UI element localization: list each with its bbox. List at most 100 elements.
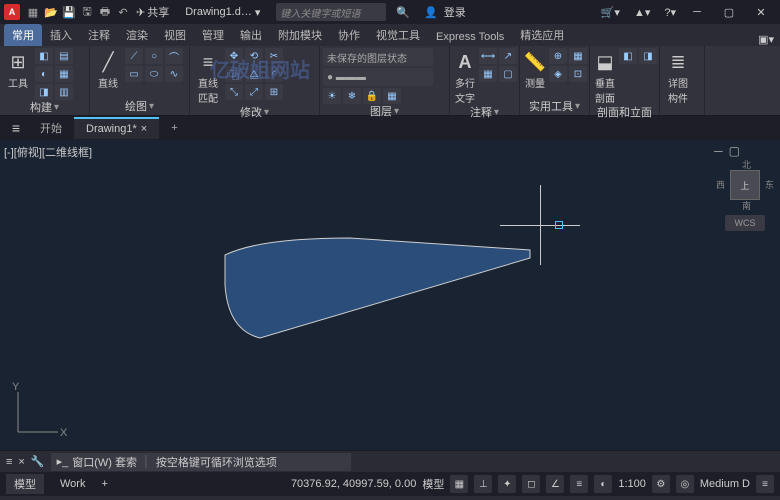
tab-visual[interactable]: 视觉工具 bbox=[368, 24, 428, 46]
autodesk-icon[interactable]: ▲▾ bbox=[634, 6, 650, 19]
fillet-icon[interactable]: ◜ bbox=[265, 66, 283, 82]
viewcube-east[interactable]: 东 bbox=[765, 178, 774, 191]
saveas-icon[interactable]: 🖫 bbox=[80, 5, 94, 19]
lineweight-icon[interactable]: ≡ bbox=[570, 475, 588, 493]
scale-combo[interactable]: 1:100 bbox=[618, 478, 646, 490]
layer-icon[interactable]: 🔒 bbox=[363, 88, 381, 104]
layer-combo[interactable]: ● ▬▬▬ bbox=[323, 68, 433, 86]
tab-insert[interactable]: 插入 bbox=[42, 24, 80, 46]
panel-label[interactable]: 注释 ▾ bbox=[453, 105, 516, 119]
text-button[interactable]: A多行 文字 bbox=[453, 48, 477, 105]
tool-icon[interactable]: ▦ bbox=[55, 66, 73, 82]
panel-label[interactable]: 剖面和立面 bbox=[593, 105, 656, 119]
login-label[interactable]: 登录 bbox=[444, 4, 466, 20]
print-icon[interactable]: 🖶 bbox=[98, 5, 112, 19]
search-input[interactable]: 键入关键字或短语 bbox=[276, 3, 386, 21]
rect-icon[interactable]: ▭ bbox=[125, 66, 143, 82]
tab-manage[interactable]: 管理 bbox=[194, 24, 232, 46]
open-icon[interactable]: 📂 bbox=[44, 5, 58, 19]
util-icon[interactable]: ▦ bbox=[569, 48, 587, 64]
transparency-icon[interactable]: ◐ bbox=[594, 475, 612, 493]
tab-collab[interactable]: 协作 bbox=[330, 24, 368, 46]
panel-label[interactable]: 图层 ▾ bbox=[323, 104, 446, 118]
app-icon[interactable]: A bbox=[4, 4, 20, 20]
dim-icon[interactable]: ⟷ bbox=[479, 48, 497, 64]
search-icon[interactable]: 🔍 bbox=[396, 6, 410, 19]
user-icon[interactable]: 👤 bbox=[424, 6, 438, 19]
layer-icon[interactable]: ▦ bbox=[383, 88, 401, 104]
polar-icon[interactable]: ✦ bbox=[498, 475, 516, 493]
tab-view[interactable]: 视图 bbox=[156, 24, 194, 46]
tab-express[interactable]: Express Tools bbox=[428, 28, 512, 46]
model-tab[interactable]: 模型 bbox=[6, 474, 44, 494]
panel-label[interactable]: 实用工具 ▾ bbox=[523, 99, 586, 113]
command-input[interactable]: ▸_ 窗口(W) 套索 │ 按空格键可循环浏览选项 bbox=[51, 453, 351, 471]
view-label[interactable]: [-][俯视][二维线框] bbox=[4, 144, 92, 160]
viewcube-top[interactable]: 上 bbox=[730, 170, 760, 200]
maximize-button[interactable]: ▢ bbox=[714, 1, 744, 23]
util-icon[interactable]: ⊕ bbox=[549, 48, 567, 64]
otrack-icon[interactable]: ∠ bbox=[546, 475, 564, 493]
tab-render[interactable]: 渲染 bbox=[118, 24, 156, 46]
annotation-scale[interactable]: Medium D bbox=[700, 478, 750, 490]
scale-icon[interactable]: ⤢ bbox=[245, 84, 263, 100]
field-icon[interactable]: ▢ bbox=[499, 66, 517, 82]
tab-addins[interactable]: 附加模块 bbox=[270, 24, 330, 46]
util-icon[interactable]: ◈ bbox=[549, 66, 567, 82]
gear-icon[interactable]: ⚙ bbox=[652, 475, 670, 493]
panel-label[interactable]: 绘图 ▾ bbox=[93, 99, 186, 113]
cmd-hamburger-icon[interactable]: ≡ bbox=[6, 456, 12, 468]
tab-annotate[interactable]: 注释 bbox=[80, 24, 118, 46]
viewcube-west[interactable]: 西 bbox=[716, 178, 725, 191]
drawing-viewport[interactable]: [-][俯视][二维线框] ─ ▢ 北 南 东 西 上 WCS Y X bbox=[0, 140, 780, 450]
trim-icon[interactable]: ✂ bbox=[265, 48, 283, 64]
tab-drawing1[interactable]: Drawing1*× bbox=[74, 117, 159, 139]
cmd-wrench-icon[interactable]: 🔧 bbox=[31, 455, 45, 468]
detail-button[interactable]: ≣详图 构件 bbox=[663, 48, 693, 105]
close-tab-icon[interactable]: × bbox=[141, 123, 147, 135]
util-icon[interactable]: ⊡ bbox=[569, 66, 587, 82]
layer-icon[interactable]: ☀ bbox=[323, 88, 341, 104]
copy-icon[interactable]: ⿻ bbox=[225, 66, 243, 82]
tools-button[interactable]: ⊞工具 bbox=[3, 48, 33, 90]
panel-label[interactable]: 构建 ▾ bbox=[3, 100, 86, 114]
ucs-icon[interactable]: Y X bbox=[8, 382, 68, 442]
work-tab[interactable]: Work bbox=[52, 476, 93, 492]
panel-label[interactable]: 修改 ▾ bbox=[193, 105, 316, 119]
ribbon-collapse-icon[interactable]: ▣▾ bbox=[752, 33, 780, 46]
cart-icon[interactable]: 🛒▾ bbox=[601, 6, 620, 19]
viewcube[interactable]: 北 南 东 西 上 bbox=[720, 160, 770, 210]
layer-icon[interactable]: ❄ bbox=[343, 88, 361, 104]
rotate-icon[interactable]: ⟲ bbox=[245, 48, 263, 64]
section-button[interactable]: ⬓垂直 剖面 bbox=[593, 48, 617, 105]
grid-snap-icon[interactable]: ▦ bbox=[450, 475, 468, 493]
minimize-button[interactable]: ─ bbox=[682, 1, 712, 23]
customize-icon[interactable]: ≡ bbox=[756, 475, 774, 493]
add-layout-icon[interactable]: + bbox=[101, 478, 107, 490]
sec-icon[interactable]: ◧ bbox=[619, 48, 637, 64]
ortho-icon[interactable]: ⊥ bbox=[474, 475, 492, 493]
wcs-label[interactable]: WCS bbox=[725, 215, 765, 231]
cmd-close-icon[interactable]: × bbox=[18, 456, 24, 468]
measure-button[interactable]: 📏测量 bbox=[523, 48, 547, 90]
menu-icon[interactable]: ≡ bbox=[4, 120, 28, 136]
drawn-shape[interactable] bbox=[220, 230, 560, 350]
mirror-icon[interactable]: ⧋ bbox=[245, 66, 263, 82]
coordinates[interactable]: 70376.92, 40997.59, 0.00 bbox=[291, 478, 416, 490]
undo-icon[interactable]: ↶ bbox=[116, 5, 130, 19]
spline-icon[interactable]: ∿ bbox=[165, 66, 183, 82]
vp-minimize-icon[interactable]: ─ bbox=[714, 144, 723, 158]
new-tab-button[interactable]: + bbox=[159, 118, 189, 138]
layer-state-combo[interactable]: 未保存的图层状态 bbox=[323, 48, 433, 66]
match-button[interactable]: ≡直线 匹配 bbox=[193, 48, 223, 105]
tab-output[interactable]: 输出 bbox=[232, 24, 270, 46]
osnap-icon[interactable]: ◻ bbox=[522, 475, 540, 493]
tab-home[interactable]: 常用 bbox=[4, 24, 42, 46]
model-space-button[interactable]: 模型 bbox=[422, 476, 444, 492]
viewcube-south[interactable]: 南 bbox=[742, 199, 751, 212]
ellipse-icon[interactable]: ⬭ bbox=[145, 66, 163, 82]
line-button[interactable]: ╱直线 bbox=[93, 48, 123, 90]
tool-icon[interactable]: ▥ bbox=[55, 84, 73, 100]
tool-icon[interactable]: ◧ bbox=[35, 48, 53, 64]
tab-start[interactable]: 开始 bbox=[28, 116, 74, 140]
